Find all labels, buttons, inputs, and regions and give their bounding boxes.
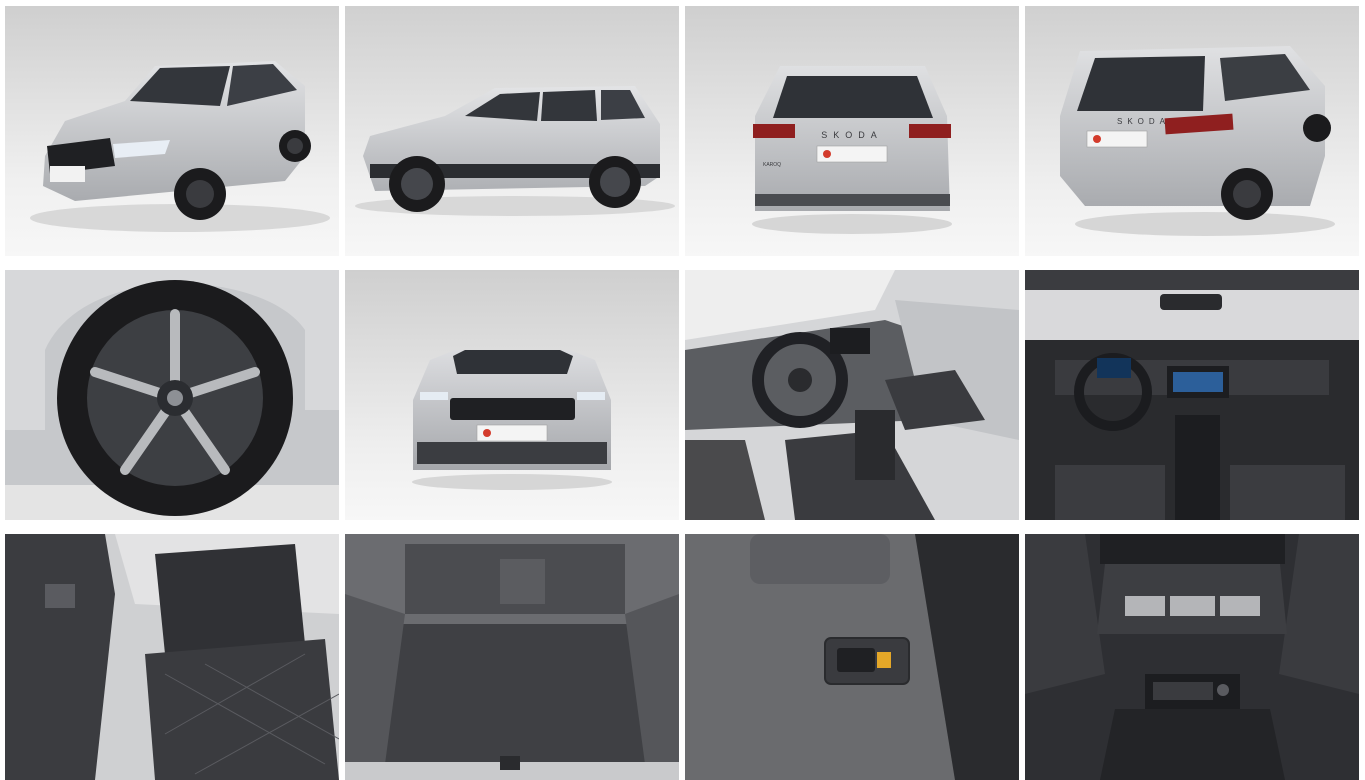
- photo-tile-rear[interactable]: SKODA KAROQ: [685, 6, 1019, 256]
- photo-gallery-grid: SKODA KAROQ SKODA: [0, 0, 1365, 780]
- photo-tile-wheel[interactable]: [5, 270, 339, 520]
- photo-tile-driver-interior[interactable]: [685, 270, 1019, 520]
- car-rear-three-quarter-photo: SKODA: [1025, 6, 1359, 256]
- driver-interior-photo: [685, 270, 1019, 520]
- car-front-three-quarter-photo: [5, 6, 339, 256]
- car-rear-photo: SKODA KAROQ: [685, 6, 1019, 256]
- photo-tile-rear-three-quarter[interactable]: SKODA: [1025, 6, 1359, 256]
- photo-tile-side[interactable]: [345, 6, 679, 256]
- photo-tile-rear-seats[interactable]: [5, 534, 339, 780]
- rear-console-photo: [1025, 534, 1359, 780]
- rear-quarter-badge-text: SKODA: [1117, 117, 1170, 126]
- trunk-lever-photo: [685, 534, 1019, 780]
- trunk-photo: [345, 534, 679, 780]
- car-side-photo: [345, 6, 679, 256]
- photo-tile-trunk-lever[interactable]: [685, 534, 1019, 780]
- rear-seats-photo: [5, 534, 339, 780]
- wheel-closeup-photo: [5, 270, 339, 520]
- rear-badge-text: SKODA: [821, 130, 883, 140]
- photo-tile-rear-console[interactable]: [1025, 534, 1359, 780]
- dashboard-photo: [1025, 270, 1359, 520]
- photo-tile-front[interactable]: [345, 270, 679, 520]
- photo-tile-front-three-quarter[interactable]: [5, 6, 339, 256]
- car-front-photo: [345, 270, 679, 520]
- rear-model-text: KAROQ: [763, 162, 781, 168]
- photo-tile-dashboard[interactable]: [1025, 270, 1359, 520]
- photo-tile-trunk[interactable]: [345, 534, 679, 780]
